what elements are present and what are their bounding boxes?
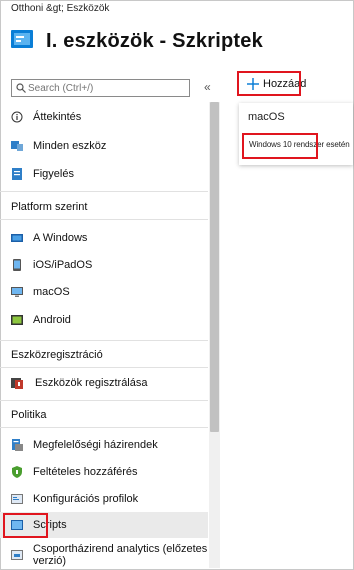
section-header-enrollment: Eszközregisztráció — [11, 349, 103, 361]
nav-item-windows[interactable]: A Windows — [0, 225, 208, 251]
monitor-icon — [12, 168, 22, 180]
nav-label: Megfelelőségi házirendek — [33, 439, 158, 451]
nav-scrollbar[interactable] — [209, 102, 220, 568]
all-devices-icon — [11, 141, 23, 151]
divider — [0, 219, 208, 220]
highlight-windows10-item — [242, 133, 318, 159]
nav-label: Áttekintés — [33, 111, 82, 123]
nav-item-all-devices[interactable]: Minden eszköz — [0, 133, 208, 159]
nav-item-conditional-access[interactable]: Feltételes hozzáférés — [0, 459, 208, 485]
nav-item-macos[interactable]: macOS — [0, 279, 208, 305]
nav-item-ios[interactable]: iOS/iPadOS — [0, 252, 208, 278]
search-box[interactable] — [11, 79, 190, 97]
devices-icon — [11, 30, 33, 53]
nav-label: Minden eszköz — [33, 140, 107, 152]
divider — [0, 340, 208, 341]
nav-item-android[interactable]: Android — [0, 307, 208, 333]
compliance-icon — [12, 439, 23, 451]
configuration-icon — [11, 494, 23, 504]
nav-label: macOS — [33, 286, 70, 298]
analytics-icon — [11, 550, 23, 560]
nav-label: Konfigurációs profilok — [33, 493, 139, 505]
nav-label: Eszközök regisztrálása — [35, 377, 148, 389]
nav-item-enroll-devices[interactable]: Eszközök regisztrálása — [0, 370, 208, 396]
nav-label: Csoportházirend analytics (előzetes verz… — [33, 543, 208, 567]
enroll-devices-icon — [11, 378, 23, 389]
divider — [0, 367, 208, 368]
nav-label: Android — [33, 314, 71, 326]
nav-item-monitoring[interactable]: Figyelés — [0, 161, 208, 187]
collapse-menu-button[interactable]: « — [204, 80, 211, 94]
highlight-scripts-item — [3, 513, 48, 538]
divider — [0, 427, 208, 428]
section-header-policy: Politika — [11, 409, 47, 421]
ios-device-icon — [13, 259, 21, 271]
nav-label: Feltételes hozzáférés — [33, 466, 138, 478]
info-icon — [11, 111, 23, 123]
divider — [0, 191, 208, 192]
search-input[interactable] — [26, 82, 178, 94]
breadcrumb: Otthoni &gt; Eszközök — [11, 3, 109, 14]
nav-item-configuration-profiles[interactable]: Konfigurációs profilok — [0, 486, 208, 512]
android-device-icon — [11, 315, 23, 325]
page-title: I. eszközök - Szkriptek — [46, 30, 263, 52]
scrollbar-thumb[interactable] — [210, 102, 219, 432]
divider — [0, 400, 208, 401]
windows-device-icon — [11, 234, 23, 242]
dropdown-item-macos[interactable]: macOS — [248, 111, 285, 123]
nav-label: Figyelés — [33, 168, 74, 180]
highlight-add-button — [237, 71, 301, 96]
macos-device-icon — [11, 287, 23, 297]
search-icon — [16, 83, 26, 93]
nav-label: A Windows — [33, 232, 88, 244]
nav-item-compliance-policies[interactable]: Megfelelőségi házirendek — [0, 432, 208, 458]
nav-item-group-policy-analytics[interactable]: Csoportházirend analytics (előzetes verz… — [0, 542, 208, 568]
nav-label: iOS/iPadOS — [33, 259, 93, 271]
shield-icon — [12, 466, 22, 478]
section-header-platform: Platform szerint — [11, 201, 88, 213]
breadcrumb-current[interactable]: Eszközök — [67, 3, 110, 14]
breadcrumb-home[interactable]: Otthoni &gt; — [11, 3, 64, 14]
nav-item-overview[interactable]: Áttekintés — [0, 104, 208, 130]
